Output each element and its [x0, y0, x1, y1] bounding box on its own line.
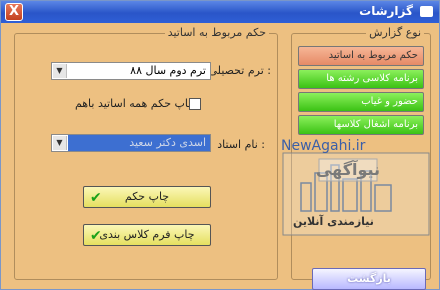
window-client-area: حکم مربوط به اساتید ترم تحصیلی : ▼ ترم د… [4, 23, 436, 290]
window-title: گزارشات [359, 4, 413, 18]
close-button[interactable]: X [5, 3, 23, 21]
watermark-brand: نیوآگهی [316, 159, 380, 179]
watermark: نیوآگهی NewAgahi.ir نیازمندی آنلاین [281, 138, 431, 237]
class-occupancy-report-button[interactable]: برنامه اشغال کلاسها [298, 115, 424, 135]
watermark-tagline: نیازمندی آنلاین [293, 215, 374, 228]
app-icon [420, 6, 433, 17]
teacher-value: اسدی دکتر سعید [68, 135, 210, 151]
class-schedule-report-button[interactable]: برنامه کلاسی رشته ها [298, 69, 424, 89]
teacher-select[interactable]: ▼ اسدی دکتر سعید [51, 134, 211, 152]
chevron-down-icon[interactable]: ▼ [53, 136, 67, 150]
print-all-checkbox[interactable] [189, 98, 201, 110]
checkmark-icon: ✔ [90, 190, 102, 206]
chevron-down-icon[interactable]: ▼ [53, 64, 67, 78]
teacher-ruling-report-button[interactable]: حکم مربوط به اساتید [298, 46, 424, 66]
semester-label: ترم تحصیلی : [208, 64, 271, 77]
print-class-schedule-button[interactable]: ✔ چاپ فرم کلاس بندی [83, 224, 211, 246]
teacher-ruling-group: حکم مربوط به اساتید ترم تحصیلی : ▼ ترم د… [14, 26, 278, 280]
title-bar[interactable]: X گزارشات [1, 1, 439, 23]
semester-value: ترم دوم سال ۸۸ [130, 64, 206, 77]
reports-window: X گزارشات حکم مربوط به اساتید ترم تحصیلی… [0, 0, 440, 290]
print-all-label: چاپ حکم همه اساتید باهم [74, 97, 195, 110]
semester-select[interactable]: ▼ ترم دوم سال ۸۸ [51, 62, 211, 80]
checkmark-icon: ✔ [90, 228, 102, 244]
teacher-ruling-legend: حکم مربوط به اساتید [164, 26, 269, 39]
attendance-report-button[interactable]: حضور و غیاب [298, 92, 424, 112]
return-button[interactable]: بازگشت [312, 268, 426, 290]
print-ruling-label: چاپ حکم [124, 190, 170, 203]
report-type-legend: نوع گزارش [366, 26, 424, 39]
print-class-schedule-label: چاپ فرم کلاس بندی [99, 228, 195, 241]
print-ruling-button[interactable]: ✔ چاپ حکم [83, 186, 211, 208]
teacher-name-label: نام استاد : [217, 138, 265, 151]
watermark-site: NewAgahi.ir [281, 138, 366, 154]
